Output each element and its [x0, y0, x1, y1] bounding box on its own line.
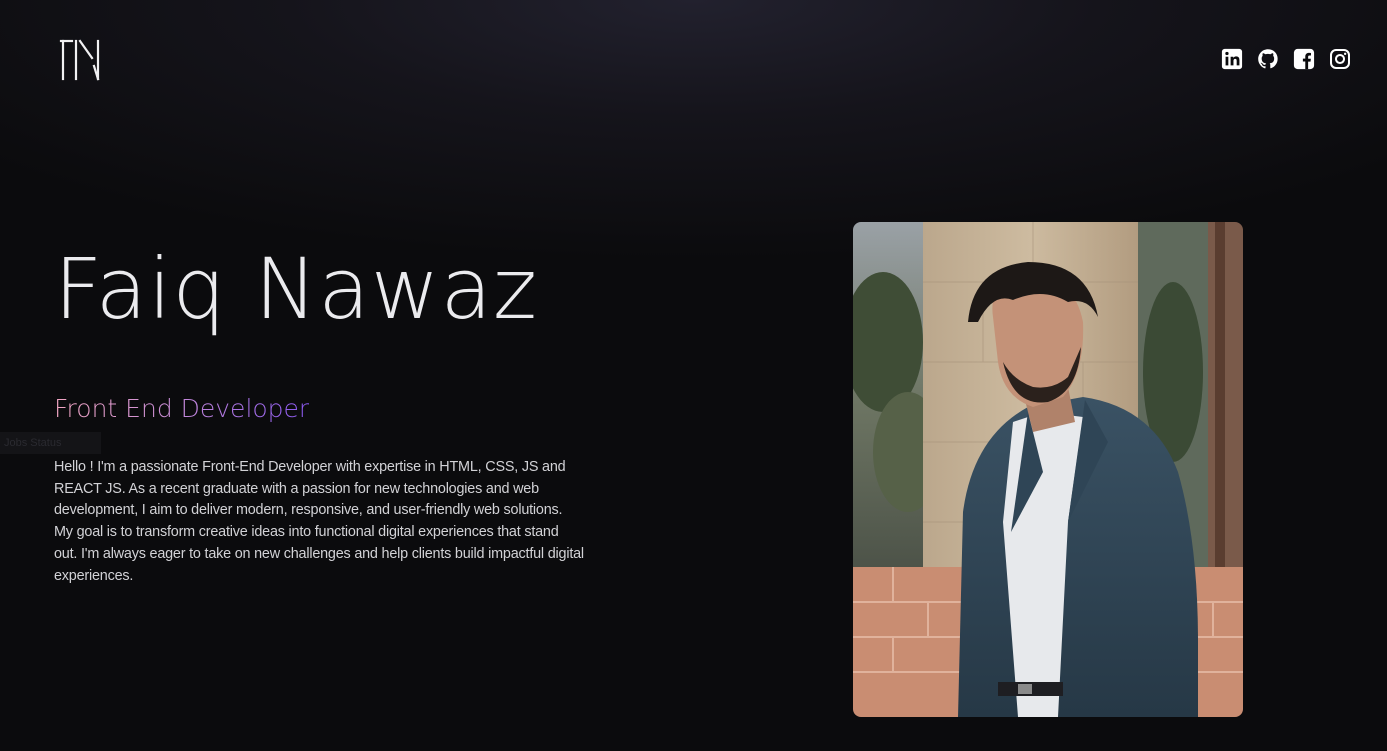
profile-photo-illustration: [853, 222, 1243, 717]
social-links: [1221, 48, 1351, 70]
ghost-tab[interactable]: Jobs Status: [0, 432, 101, 454]
facebook-icon[interactable]: [1293, 48, 1315, 70]
linkedin-icon[interactable]: [1221, 48, 1243, 70]
profile-photo: [853, 222, 1243, 717]
instagram-icon[interactable]: [1329, 48, 1351, 70]
github-icon[interactable]: [1257, 48, 1279, 70]
logo[interactable]: [58, 38, 104, 82]
hero-name: Faiq Nawaz: [54, 240, 539, 338]
bio-paragraph: Hello ! I'm a passionate Front-End Devel…: [54, 459, 584, 584]
logo-mark: [59, 39, 100, 81]
role-title: Front End Developer: [54, 394, 310, 423]
